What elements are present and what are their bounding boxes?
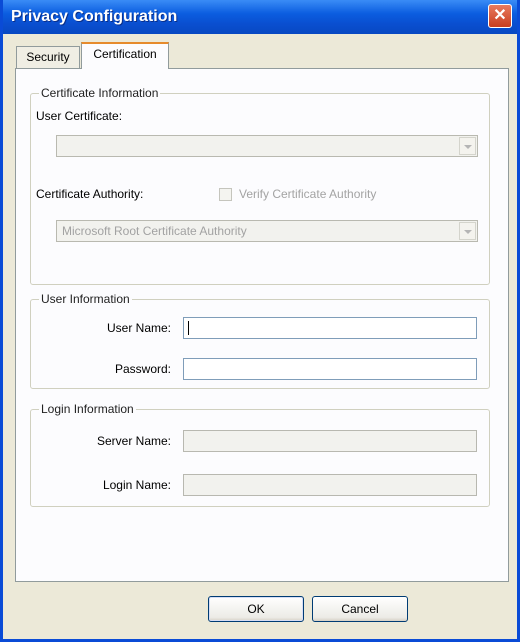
password-label: Password: [114,362,171,376]
verify-authority-checkbox[interactable] [219,188,232,201]
cancel-button[interactable]: Cancel [312,596,408,622]
dialog-window: Privacy Configuration ✕ Security Certifi… [0,0,520,642]
certificate-authority-label: Certificate Authority: [36,187,144,201]
user-name-label: User Name: [106,321,171,335]
close-icon: ✕ [493,7,507,24]
ok-button[interactable]: OK [208,596,304,622]
chevron-down-icon[interactable] [459,222,476,240]
verify-authority-label: Verify Certificate Authority [239,187,377,201]
certificate-information-group: Certificate Information User Certificate… [30,86,490,285]
tab-certification-label: Certification [93,47,157,61]
user-certificate-label: User Certificate: [36,109,123,123]
server-name-input[interactable] [183,430,477,452]
user-information-group: User Information User Name: Password: [30,292,490,389]
title-bar[interactable]: Privacy Configuration ✕ [3,0,517,34]
user-name-input[interactable] [183,317,477,339]
login-name-label: Login Name: [102,478,171,492]
certificate-authority-value: Microsoft Root Certificate Authority [62,224,247,238]
login-information-group: Login Information Server Name: Login Nam… [30,402,490,507]
close-button[interactable]: ✕ [488,4,512,28]
user-certificate-select[interactable] [56,135,478,157]
certificate-information-legend: Certificate Information [39,86,161,100]
tab-security-label: Security [26,50,70,64]
text-cursor [188,321,189,335]
chevron-down-icon[interactable] [459,137,476,155]
tab-certification[interactable]: Certification [81,42,169,69]
password-input[interactable] [183,358,477,380]
ok-button-label: OK [247,602,265,616]
tab-security[interactable]: Security [16,46,80,68]
tab-panel-certification: Certificate Information User Certificate… [15,68,509,582]
cancel-button-label: Cancel [341,602,379,616]
window-title: Privacy Configuration [11,8,178,25]
user-information-legend: User Information [39,292,132,306]
certificate-authority-select[interactable]: Microsoft Root Certificate Authority [56,220,478,242]
server-name-label: Server Name: [96,434,171,448]
login-name-input[interactable] [183,474,477,496]
login-information-legend: Login Information [39,402,136,416]
